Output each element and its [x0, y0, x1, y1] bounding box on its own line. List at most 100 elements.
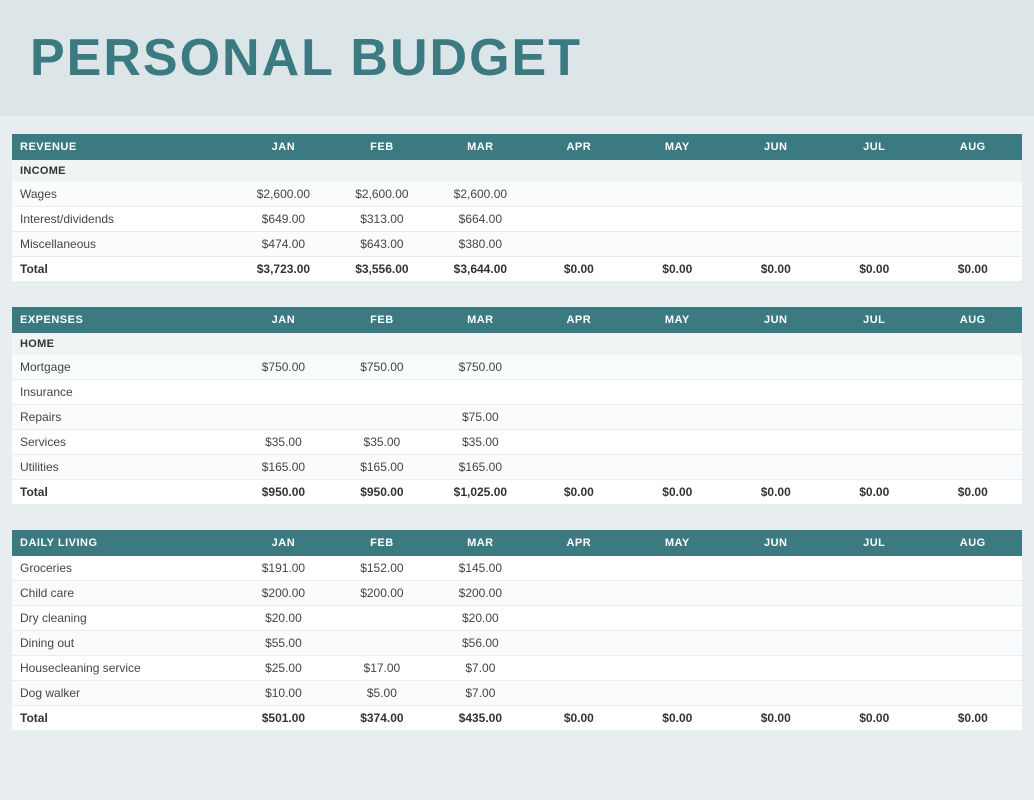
- cell-mar: $165.00: [431, 455, 529, 480]
- page-wrapper: PERSONAL BUDGET REVENUE JAN FEB MAR APR …: [0, 0, 1034, 800]
- cell-mar: $20.00: [431, 606, 529, 631]
- cell-feb: $2,600.00: [333, 182, 431, 207]
- cell-feb: [333, 405, 431, 430]
- cell-jun: [727, 232, 825, 257]
- income-subheader: INCOME: [12, 160, 1022, 182]
- table-row: Services$35.00$35.00$35.00: [12, 430, 1022, 455]
- cell-may: [628, 232, 726, 257]
- cell-aug: [923, 207, 1022, 232]
- cell-apr: [530, 631, 628, 656]
- cell-jan: $649.00: [234, 207, 332, 232]
- cell-label: Insurance: [12, 380, 234, 405]
- cell-mar: $7.00: [431, 656, 529, 681]
- cell-jul: [825, 681, 923, 706]
- cell-jan: $10.00: [234, 681, 332, 706]
- cell-mar: [431, 380, 529, 405]
- cell-jul: [825, 581, 923, 606]
- revenue-col-aug: AUG: [923, 134, 1022, 160]
- cell-label: Dining out: [12, 631, 234, 656]
- cell-apr: [530, 182, 628, 207]
- cell-jul: [825, 631, 923, 656]
- cell-jan: $20.00: [234, 606, 332, 631]
- cell-jun: $0.00: [727, 706, 825, 731]
- cell-may: [628, 556, 726, 581]
- cell-apr: [530, 430, 628, 455]
- cell-mar: $3,644.00: [431, 257, 529, 282]
- income-subheader-row: INCOME: [12, 160, 1022, 182]
- cell-mar: $7.00: [431, 681, 529, 706]
- cell-jun: [727, 355, 825, 380]
- table-row: Utilities$165.00$165.00$165.00: [12, 455, 1022, 480]
- cell-label: Total: [12, 257, 234, 282]
- cell-may: [628, 430, 726, 455]
- cell-may: [628, 182, 726, 207]
- cell-jul: [825, 556, 923, 581]
- cell-jun: [727, 556, 825, 581]
- cell-jan: $200.00: [234, 581, 332, 606]
- cell-aug: [923, 380, 1022, 405]
- cell-aug: $0.00: [923, 480, 1022, 505]
- table-row: Insurance: [12, 380, 1022, 405]
- cell-jun: [727, 207, 825, 232]
- cell-feb: $950.00: [333, 480, 431, 505]
- cell-aug: [923, 631, 1022, 656]
- daily-living-table: DAILY LIVING JAN FEB MAR APR MAY JUN JUL…: [12, 530, 1022, 730]
- daily-living-col-feb: FEB: [333, 530, 431, 556]
- cell-mar: $2,600.00: [431, 182, 529, 207]
- cell-mar: $750.00: [431, 355, 529, 380]
- cell-apr: [530, 355, 628, 380]
- cell-feb: [333, 380, 431, 405]
- cell-may: [628, 380, 726, 405]
- cell-mar: $435.00: [431, 706, 529, 731]
- table-row: Dining out$55.00$56.00: [12, 631, 1022, 656]
- cell-jul: $0.00: [825, 480, 923, 505]
- cell-jun: [727, 405, 825, 430]
- cell-apr: [530, 207, 628, 232]
- expenses-table: EXPENSES JAN FEB MAR APR MAY JUN JUL AUG…: [12, 307, 1022, 504]
- total-row: Total$950.00$950.00$1,025.00$0.00$0.00$0…: [12, 480, 1022, 505]
- expenses-col-feb: FEB: [333, 307, 431, 333]
- cell-label: Services: [12, 430, 234, 455]
- revenue-col-jul: JUL: [825, 134, 923, 160]
- cell-apr: [530, 556, 628, 581]
- revenue-col-apr: APR: [530, 134, 628, 160]
- total-row: Total$501.00$374.00$435.00$0.00$0.00$0.0…: [12, 706, 1022, 731]
- cell-jan: $3,723.00: [234, 257, 332, 282]
- expenses-col-aug: AUG: [923, 307, 1022, 333]
- cell-jan: [234, 380, 332, 405]
- table-row: Wages$2,600.00$2,600.00$2,600.00: [12, 182, 1022, 207]
- cell-label: Dog walker: [12, 681, 234, 706]
- cell-jul: [825, 606, 923, 631]
- cell-jul: [825, 380, 923, 405]
- cell-jan: $25.00: [234, 656, 332, 681]
- cell-jul: [825, 656, 923, 681]
- cell-mar: $380.00: [431, 232, 529, 257]
- cell-feb: [333, 631, 431, 656]
- cell-jan: $750.00: [234, 355, 332, 380]
- cell-feb: $200.00: [333, 581, 431, 606]
- cell-apr: [530, 581, 628, 606]
- table-row: Groceries$191.00$152.00$145.00: [12, 556, 1022, 581]
- cell-may: [628, 405, 726, 430]
- expenses-col-jul: JUL: [825, 307, 923, 333]
- expenses-col-may: MAY: [628, 307, 726, 333]
- cell-apr: [530, 606, 628, 631]
- cell-aug: [923, 182, 1022, 207]
- daily-living-header-row: DAILY LIVING JAN FEB MAR APR MAY JUN JUL…: [12, 530, 1022, 556]
- revenue-col-jan: JAN: [234, 134, 332, 160]
- cell-label: Mortgage: [12, 355, 234, 380]
- cell-jan: $950.00: [234, 480, 332, 505]
- cell-feb: $5.00: [333, 681, 431, 706]
- cell-feb: $165.00: [333, 455, 431, 480]
- cell-may: [628, 656, 726, 681]
- cell-may: [628, 681, 726, 706]
- total-row: Total$3,723.00$3,556.00$3,644.00$0.00$0.…: [12, 257, 1022, 282]
- cell-feb: $152.00: [333, 556, 431, 581]
- cell-label: Child care: [12, 581, 234, 606]
- cell-jun: [727, 606, 825, 631]
- cell-may: $0.00: [628, 257, 726, 282]
- table-row: Mortgage$750.00$750.00$750.00: [12, 355, 1022, 380]
- cell-mar: $664.00: [431, 207, 529, 232]
- cell-label: Dry cleaning: [12, 606, 234, 631]
- cell-label: Utilities: [12, 455, 234, 480]
